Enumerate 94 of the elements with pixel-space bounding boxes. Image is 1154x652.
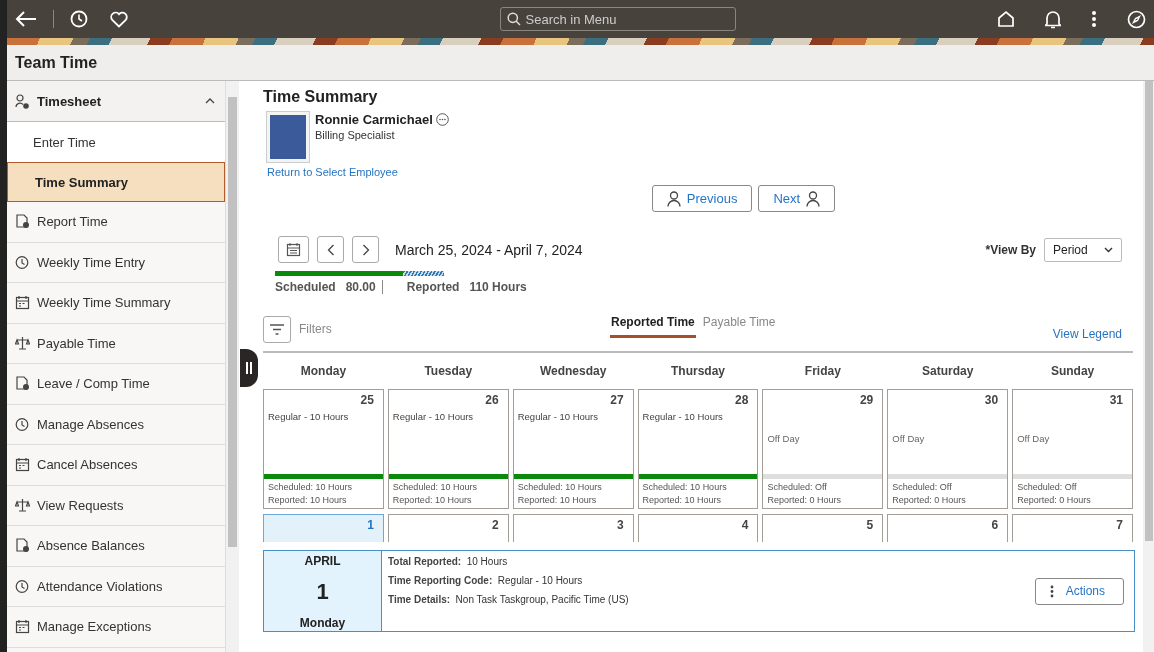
view-by-select[interactable]: Period <box>1044 237 1122 262</box>
day-cell[interactable]: 1 <box>263 514 384 542</box>
reported-hours: Reported: 0 Hours <box>891 494 967 507</box>
reported-hours: Reported: 10 Hours <box>391 494 473 507</box>
detail-field: Time Reporting Code: Regular - 10 Hours <box>388 575 1035 586</box>
reported-hours: Reported: 0 Hours <box>766 494 842 507</box>
sidebar-item[interactable]: Weekly Time Entry <box>7 242 225 283</box>
day-number: 3 <box>615 517 625 532</box>
sidebar-subitem[interactable]: Enter Time <box>7 122 225 162</box>
day-number: 2 <box>491 517 500 532</box>
sidebar-item[interactable]: Cancel Absences <box>7 445 225 486</box>
day-cell[interactable]: 27 Regular - 10 Hours Scheduled: 10 Hours Reported: 10 Hours <box>512 389 634 509</box>
day-cell[interactable]: 28 Regular - 10 Hours Scheduled: 10 Hours Reported: 10 Hours <box>637 389 759 509</box>
day-number: 29 <box>858 392 875 407</box>
weekday-header: Saturday <box>921 364 975 378</box>
day-number: 31 <box>1108 392 1124 407</box>
sidebar-item[interactable]: Absence Balances <box>7 526 225 567</box>
weekday-header: Sunday <box>1049 364 1096 378</box>
detail-month: APRIL <box>304 554 341 568</box>
day-cell[interactable]: 29 Off Day Scheduled: Off Reported: 0 Hours <box>762 389 884 509</box>
day-cell[interactable]: 2 <box>387 514 509 542</box>
total-summary: Scheduled 80.00 <box>275 280 376 294</box>
search-field[interactable]: Search in Menu <box>499 7 736 31</box>
view-by-label: *View By <box>985 242 1036 257</box>
day-entry: Regular - 10 Hours <box>516 410 599 422</box>
total-summary: Reported 110 Hours <box>406 280 527 294</box>
day-entry: Regular - 10 Hours <box>267 410 350 422</box>
weekday-header: Monday <box>299 364 348 378</box>
scheduled-hours: Scheduled: 10 Hours <box>267 481 354 492</box>
previous-button[interactable]: Previous <box>651 185 753 212</box>
detail-day: 1 <box>316 579 329 605</box>
day-number: 7 <box>1115 517 1124 532</box>
scheduled-hours: Scheduled: Off <box>891 481 953 492</box>
day-cell[interactable]: 7 <box>1012 514 1133 542</box>
day-entry: Off Day <box>766 432 801 444</box>
sidebar-item[interactable]: View Requests <box>7 485 225 526</box>
weekday-header: Tuesday <box>423 364 474 378</box>
day-number: 28 <box>734 392 750 407</box>
sidebar-item[interactable]: Leave / Comp Time <box>7 364 225 405</box>
filters-label: Filters <box>299 322 332 336</box>
weekday-header: Wednesday <box>538 364 608 378</box>
day-number: 30 <box>983 392 1000 407</box>
weekday-header: Friday <box>803 364 842 378</box>
page-title: Team Time <box>15 53 98 72</box>
day-entry: Regular - 10 Hours <box>391 410 475 422</box>
detail-weekday: Monday <box>299 616 346 630</box>
day-number: 1 <box>366 517 375 532</box>
day-cell[interactable]: 30 Off Day Scheduled: Off Reported: 0 Hours <box>887 389 1009 509</box>
day-number: 27 <box>609 392 625 407</box>
day-entry: Off Day <box>891 432 926 444</box>
day-entry: Regular - 10 Hours <box>641 410 724 422</box>
sidebar-item[interactable]: Weekly Time Summary <box>7 283 225 324</box>
day-number: 4 <box>740 517 750 532</box>
sidebar-item[interactable]: Manage Exceptions <box>7 607 225 648</box>
next-button[interactable]: Next <box>758 185 836 212</box>
sidebar-group-header[interactable]: Timesheet <box>7 81 225 122</box>
day-cell[interactable]: 3 <box>512 514 634 542</box>
scheduled-hours: Scheduled: Off <box>1016 481 1078 492</box>
sidebar-subitem[interactable]: Time Summary <box>7 162 225 202</box>
day-cell[interactable]: 25 Regular - 10 Hours Scheduled: 10 Hours Reported: 10 Hours <box>263 389 384 509</box>
section-title: Time Summary <box>263 88 379 106</box>
reported-hours: Reported: 10 Hours <box>267 494 348 507</box>
scheduled-hours: Scheduled: Off <box>766 481 828 492</box>
job-title: Billing Specialist <box>315 129 396 141</box>
scheduled-hours: Scheduled: 10 Hours <box>641 481 728 492</box>
sidebar-item[interactable]: Attendance Violations <box>7 566 225 607</box>
view-tab[interactable]: Reported Time <box>610 315 696 338</box>
reported-hours: Reported: 0 Hours <box>1016 494 1092 507</box>
day-number: 25 <box>359 392 375 407</box>
view-tab[interactable]: Payable Time <box>701 315 777 338</box>
day-number: 26 <box>484 392 500 407</box>
employee-name: Ronnie Carmichael <box>315 112 433 127</box>
return-link[interactable]: Return to Select Employee <box>263 166 398 178</box>
view-legend-link[interactable]: View Legend <box>1052 327 1122 341</box>
sidebar-item[interactable]: Manage Absences <box>7 404 225 445</box>
weekday-header: Thursday <box>670 364 726 378</box>
day-cell[interactable]: 4 <box>637 514 759 542</box>
reported-hours: Reported: 10 Hours <box>641 494 723 507</box>
day-cell[interactable]: 6 <box>887 514 1009 542</box>
day-cell[interactable]: 5 <box>762 514 884 542</box>
sidebar-item[interactable]: Report Time <box>7 202 225 243</box>
scheduled-hours: Scheduled: 10 Hours <box>516 481 603 492</box>
detail-field: Time Details: Non Task Taskgroup, Pacific Time (US) <box>388 594 1035 605</box>
day-cell[interactable]: 26 Regular - 10 Hours Scheduled: 10 Hours Reported: 10 Hours <box>387 389 509 509</box>
reported-hours: Reported: 10 Hours <box>516 494 598 507</box>
day-entry: Off Day <box>1016 432 1051 444</box>
sidebar-item[interactable]: Payable Time <box>7 323 225 364</box>
day-number: 5 <box>865 517 875 532</box>
scheduled-hours: Scheduled: 10 Hours <box>391 481 478 492</box>
detail-field: Total Reported: 10 Hours <box>388 556 1035 567</box>
day-cell[interactable]: 31 Off Day Scheduled: Off Reported: 0 Hours <box>1012 389 1133 509</box>
day-number: 6 <box>990 517 1000 532</box>
actions-button[interactable]: Actions <box>1034 577 1124 605</box>
period-range: March 25, 2024 - April 7, 2024 <box>395 241 583 258</box>
